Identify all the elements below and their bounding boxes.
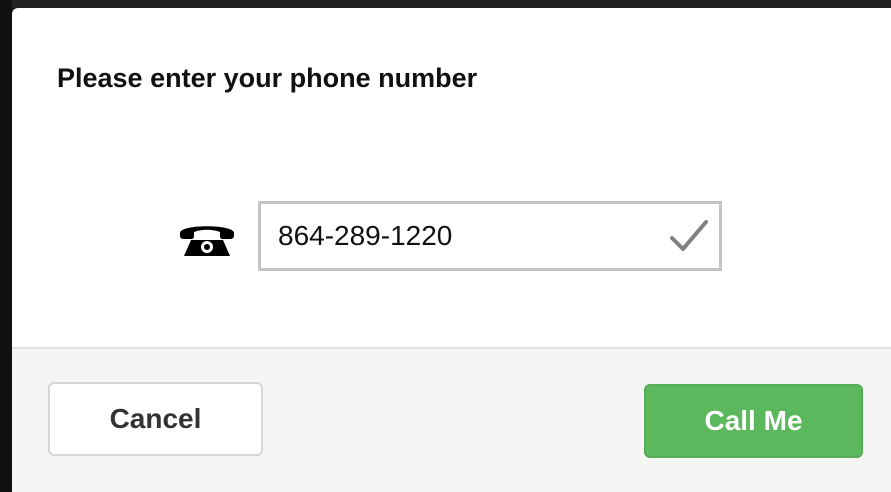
phone-row (12, 201, 891, 275)
cancel-button[interactable]: Cancel (48, 382, 263, 456)
phone-number-input[interactable] (261, 204, 719, 268)
dialog-title: Please enter your phone number (57, 63, 478, 93)
window-frame-left (0, 0, 12, 492)
telephone-icon (178, 221, 236, 257)
phone-input-container (258, 201, 722, 271)
window-frame-top (0, 0, 891, 8)
checkmark-icon (669, 218, 709, 254)
phone-dialog: Please enter your phone number Cancel (12, 8, 891, 492)
call-me-button[interactable]: Call Me (644, 384, 863, 458)
dialog-footer: Cancel Call Me (12, 347, 891, 492)
